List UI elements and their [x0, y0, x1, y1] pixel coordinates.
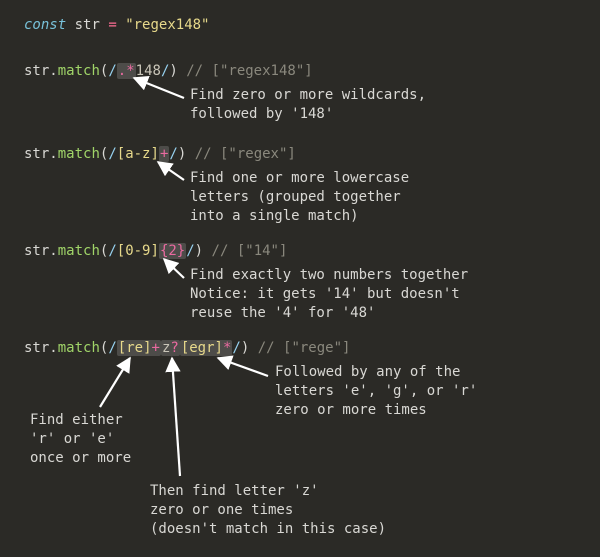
arrow-icon — [172, 358, 180, 476]
regex-bracket: ] — [143, 340, 151, 356]
comment: // ["regex"] — [195, 146, 296, 162]
regex-class: egr — [189, 340, 214, 356]
regex-bracket: [ — [117, 146, 125, 162]
method-match: match — [58, 146, 100, 162]
ident: str — [24, 63, 49, 79]
ident: str — [24, 243, 49, 259]
ident-str: str — [75, 17, 100, 33]
regex-bracket: [ — [118, 340, 126, 356]
comment: // ["rege"] — [258, 340, 351, 356]
annotation-line: (doesn't match in this case) — [150, 520, 386, 539]
annotation-ex4-right: Followed by any of the letters 'e', 'g',… — [275, 363, 477, 420]
regex-plus: + — [152, 340, 160, 356]
keyword-const: const — [24, 17, 66, 33]
annotation-line: 'r' or 'e' — [30, 430, 131, 449]
regex-class: 0-9 — [125, 243, 150, 259]
annotation-line: Find either — [30, 411, 131, 430]
annotation-line: letters (grouped together — [190, 188, 409, 207]
annotation-line: into a single match) — [190, 207, 409, 226]
op-eq: = — [108, 17, 116, 33]
annotation-ex2: Find one or more lowercase letters (grou… — [190, 169, 409, 226]
method-match: match — [58, 340, 100, 356]
annotation-line: letters 'e', 'g', or 'r' — [275, 382, 477, 401]
regex-delim: / — [186, 243, 194, 259]
code-line-decl: const str = "regex148" — [24, 16, 210, 35]
regex-star: * — [126, 63, 134, 79]
paren-close: ) — [241, 340, 249, 356]
comment: // ["14"] — [212, 243, 288, 259]
regex-dot: . — [118, 63, 126, 79]
regex-literal: 148 — [136, 63, 161, 79]
annotation-line: reuse the '4' for '48' — [190, 304, 468, 323]
method-match: match — [58, 63, 100, 79]
dot: . — [49, 243, 57, 259]
annotation-ex4-left: Find either 'r' or 'e' once or more — [30, 411, 131, 468]
annotation-line: Notice: it gets '14' but doesn't — [190, 285, 468, 304]
annotation-line: Find one or more lowercase — [190, 169, 409, 188]
method-match: match — [58, 243, 100, 259]
annotation-line: Find zero or more wildcards, — [190, 86, 426, 105]
dot: . — [49, 63, 57, 79]
regex-count: {2} — [159, 243, 186, 259]
annotation-line: followed by '148' — [190, 105, 426, 124]
annotation-line: once or more — [30, 449, 131, 468]
annotation-ex3: Find exactly two numbers together Notice… — [190, 266, 468, 323]
regex-plus: + — [159, 146, 169, 162]
regex-delim: / — [108, 63, 116, 79]
paren-close: ) — [178, 146, 186, 162]
arrow-icon — [158, 162, 184, 180]
regex-bracket: ] — [151, 146, 159, 162]
arrow-icon — [100, 358, 130, 407]
arrow-icon — [134, 78, 184, 98]
annotation-line: zero or more times — [275, 401, 477, 420]
annotation-line: Then find letter 'z' — [150, 482, 386, 501]
regex-delim: / — [232, 340, 240, 356]
arrow-icon — [218, 358, 268, 376]
arrow-icon — [164, 259, 184, 278]
annotation-ex1: Find zero or more wildcards, followed by… — [190, 86, 426, 124]
annotation-line: Followed by any of the — [275, 363, 477, 382]
regex-bracket: ] — [151, 243, 159, 259]
regex-delim: / — [108, 146, 116, 162]
regex-bracket: [ — [117, 243, 125, 259]
ident: str — [24, 146, 49, 162]
comment: // ["regex148"] — [186, 63, 312, 79]
ident: str — [24, 340, 49, 356]
string-literal: "regex148" — [125, 17, 209, 33]
code-line-ex3: str.match(/[0-9]{2}/) // ["14"] — [24, 242, 287, 261]
dot: . — [49, 340, 57, 356]
regex-question: ? — [170, 340, 178, 356]
regex-bracket: [ — [181, 340, 189, 356]
code-line-ex2: str.match(/[a-z]+/) // ["regex"] — [24, 145, 296, 164]
paren-close: ) — [195, 243, 203, 259]
regex-delim: / — [108, 340, 116, 356]
paren-close: ) — [169, 63, 177, 79]
regex-class: re — [126, 340, 143, 356]
regex-delim: / — [169, 146, 177, 162]
annotation-line: zero or one times — [150, 501, 386, 520]
regex-bracket: ] — [215, 340, 223, 356]
regex-class: a-z — [125, 146, 150, 162]
code-line-ex1: str.match(/.*148/) // ["regex148"] — [24, 62, 313, 81]
regex-delim: / — [108, 243, 116, 259]
regex-star: * — [223, 340, 231, 356]
annotation-ex4-bottom: Then find letter 'z' zero or one times (… — [150, 482, 386, 539]
code-line-ex4: str.match(/[re]+z?[egr]*/) // ["rege"] — [24, 339, 350, 358]
annotation-line: Find exactly two numbers together — [190, 266, 468, 285]
dot: . — [49, 146, 57, 162]
